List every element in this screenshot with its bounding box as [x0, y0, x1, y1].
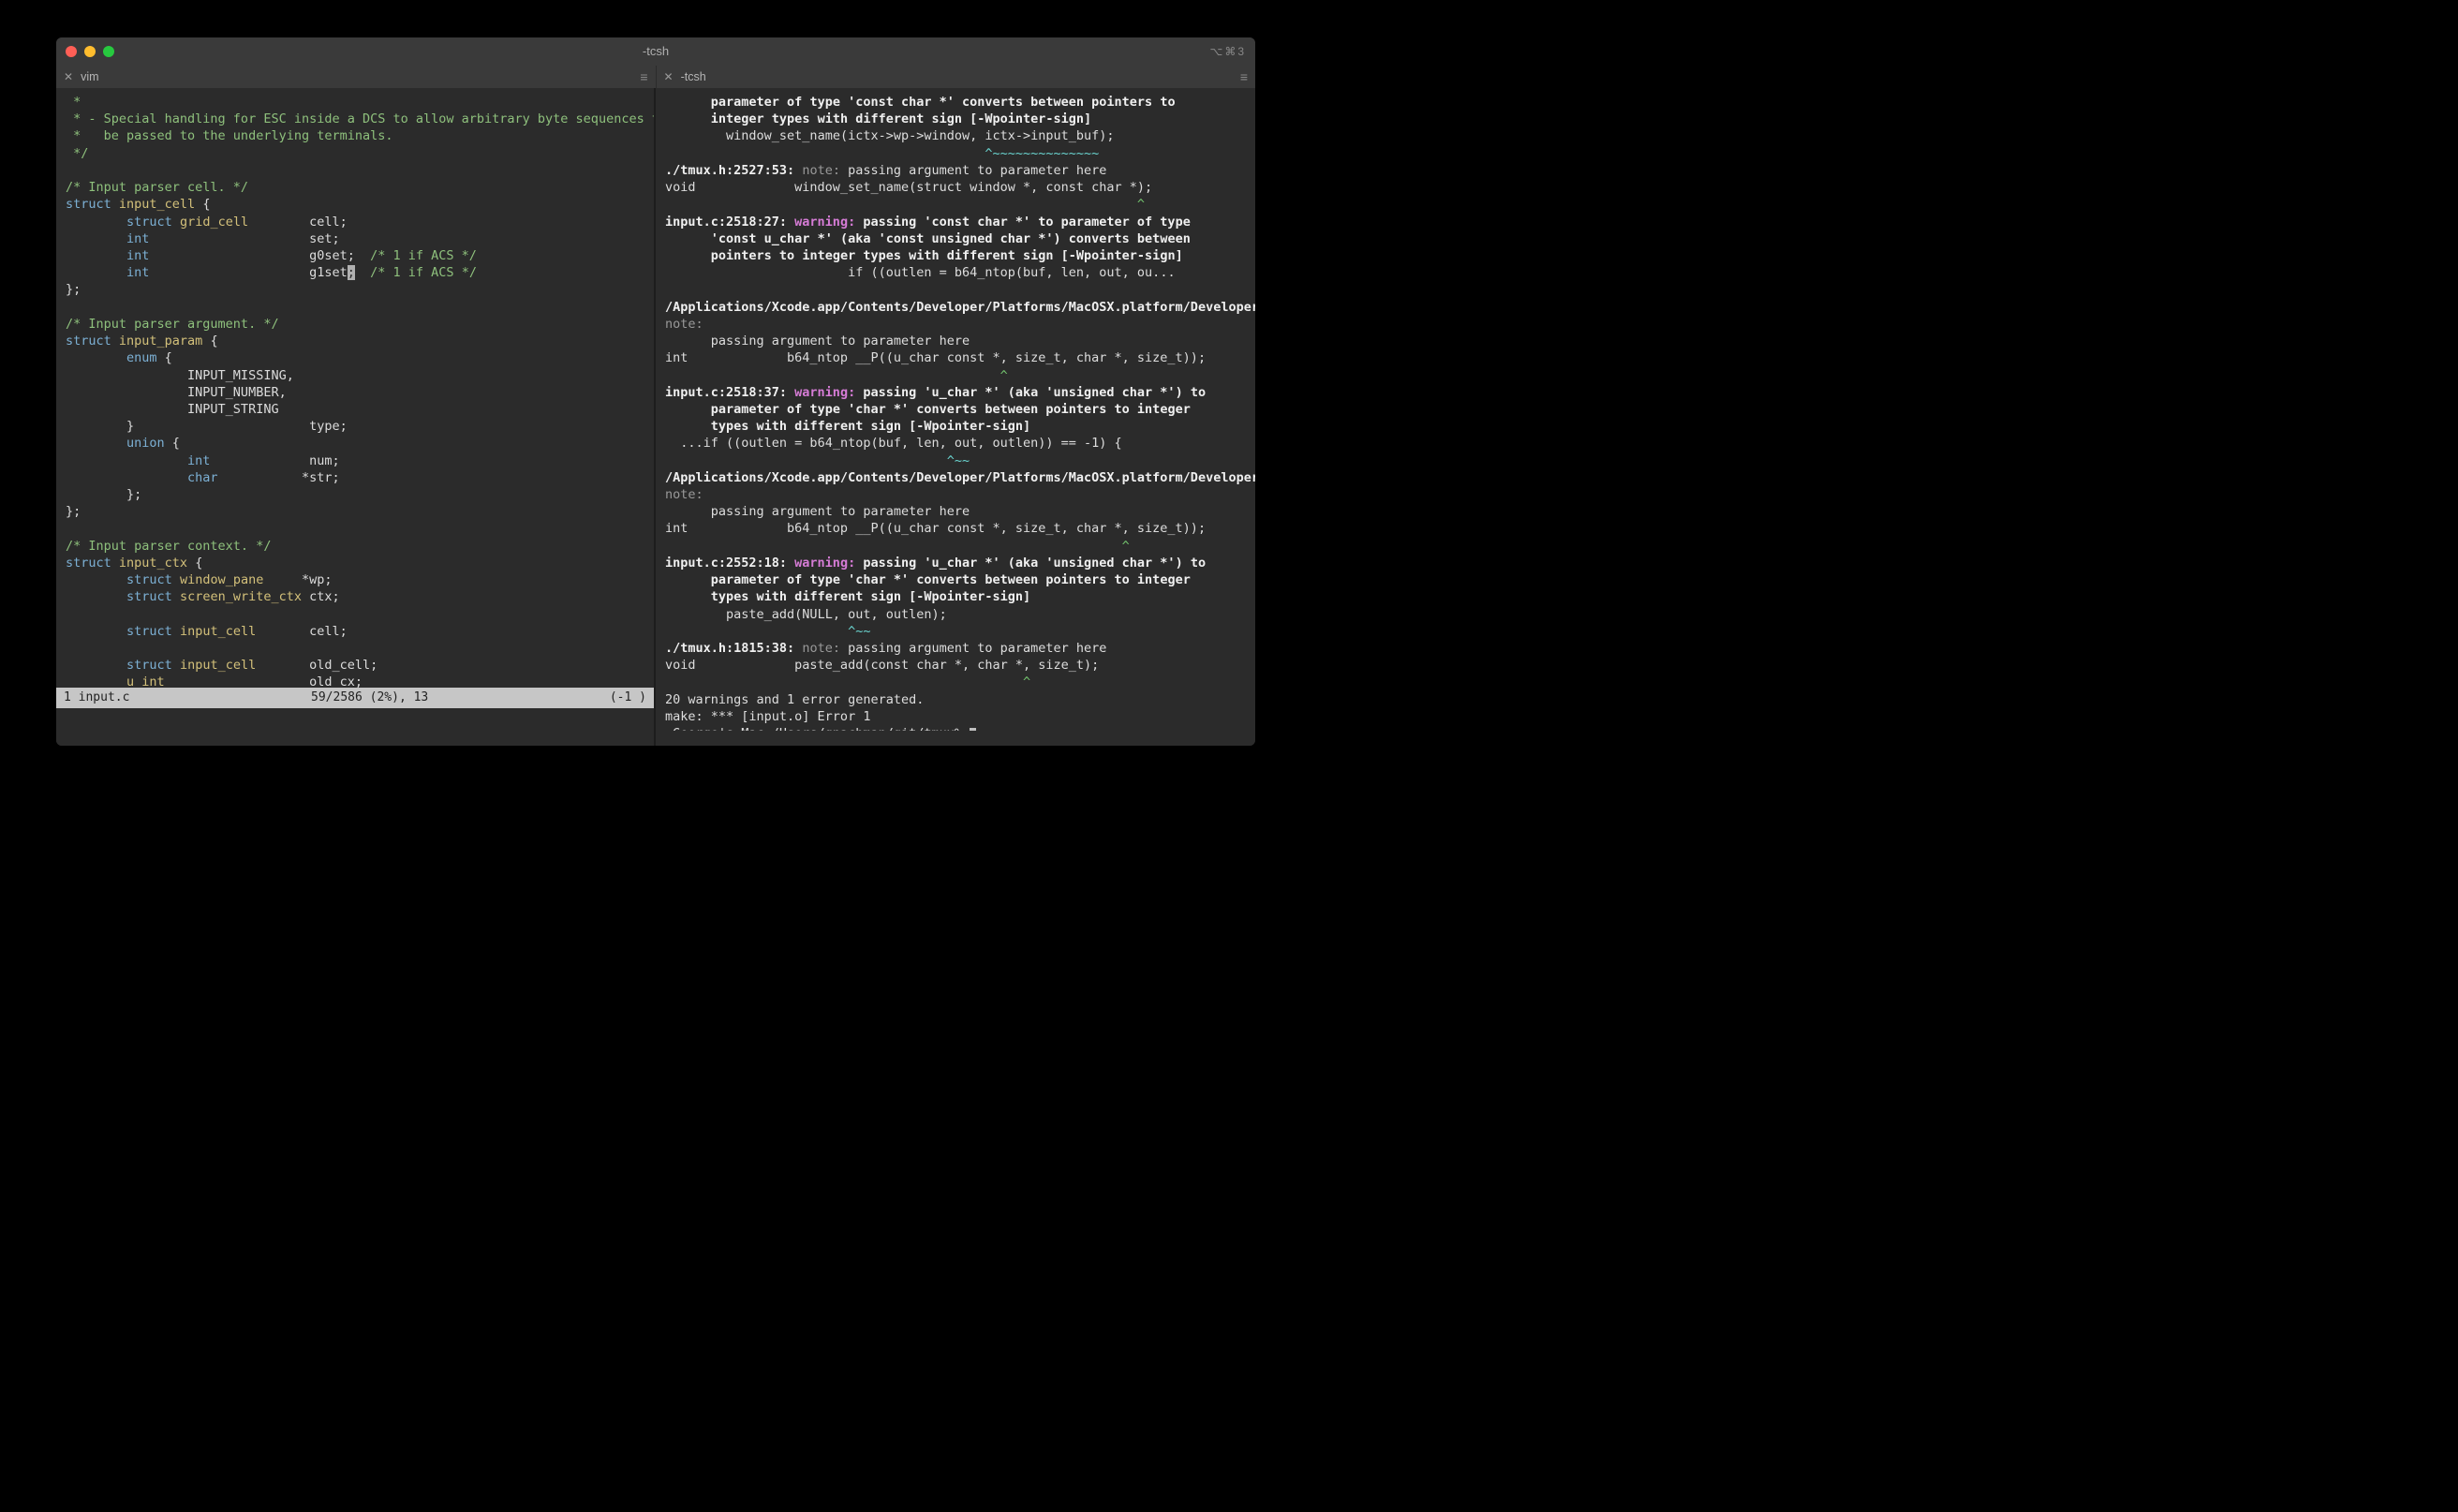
- shell-prompt[interactable]: ▸George's-Mac:/Users/gnachman/git/tmux%: [665, 726, 970, 731]
- menu-icon[interactable]: ≡: [1240, 68, 1248, 86]
- tab-label: -tcsh: [681, 69, 706, 85]
- traffic-lights: [66, 46, 114, 57]
- status-right: (-1 ): [610, 689, 646, 706]
- cursor: [970, 728, 976, 731]
- vim-editor[interactable]: * * - Special handling for ESC inside a …: [56, 88, 654, 688]
- window-shortcut: ⌥⌘3: [1209, 44, 1246, 59]
- tab-label: vim: [81, 69, 98, 85]
- right-pane[interactable]: parameter of type 'const char *' convert…: [656, 88, 1255, 746]
- close-icon[interactable]: [66, 46, 77, 57]
- terminal-window: -tcsh ⌥⌘3 ✕ vim ≡ ✕ -tcsh ≡ * * - Specia…: [56, 37, 1255, 746]
- close-icon[interactable]: ✕: [64, 69, 73, 84]
- title-bar[interactable]: -tcsh ⌥⌘3: [56, 37, 1255, 66]
- tab-bar: ✕ vim ≡ ✕ -tcsh ≡: [56, 66, 1255, 88]
- shell-output[interactable]: parameter of type 'const char *' convert…: [656, 88, 1255, 731]
- zoom-icon[interactable]: [103, 46, 114, 57]
- tab-vim[interactable]: ✕ vim ≡: [56, 66, 657, 88]
- left-pane[interactable]: * * - Special handling for ESC inside a …: [56, 88, 656, 746]
- status-position: 59/2586 (2%), 13: [311, 689, 428, 706]
- split-panes: * * - Special handling for ESC inside a …: [56, 88, 1255, 746]
- status-file: 1 input.c: [64, 689, 129, 706]
- pane-padding: [56, 708, 654, 746]
- menu-icon[interactable]: ≡: [640, 68, 647, 86]
- tab-tcsh[interactable]: ✕ -tcsh ≡: [657, 66, 1256, 88]
- minimize-icon[interactable]: [84, 46, 96, 57]
- close-icon[interactable]: ✕: [664, 69, 674, 84]
- window-title: -tcsh: [643, 43, 669, 60]
- vim-statusbar: 1 input.c 59/2586 (2%), 13 (-1 ): [56, 688, 654, 708]
